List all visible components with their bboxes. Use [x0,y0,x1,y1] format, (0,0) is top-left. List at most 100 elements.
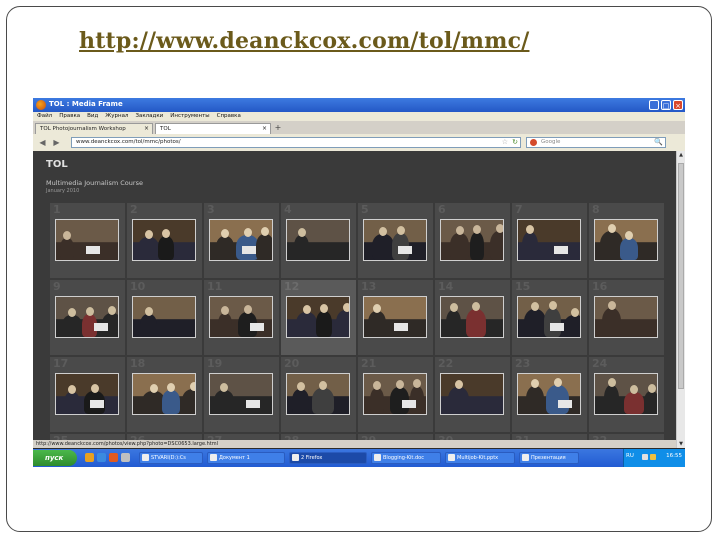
photo-cell[interactable]: 22 [435,357,511,433]
tab-close-icon[interactable]: × [144,124,149,134]
photo-cell[interactable]: 11 [204,280,280,356]
photo-cell[interactable]: 15 [512,280,588,356]
photo-cell[interactable]: 3 [204,203,280,279]
photo-thumbnail[interactable] [209,373,273,415]
menu-help[interactable]: Справка [217,112,241,121]
back-button[interactable]: ◀ [37,137,48,148]
photo-cell[interactable]: 19 [204,357,280,433]
maximize-button[interactable]: □ [661,100,671,110]
vertical-scrollbar[interactable]: ▲ ▼ [676,151,685,448]
photo-thumbnail[interactable] [363,296,427,338]
photo-thumbnail[interactable] [286,219,350,261]
status-bar: http://www.deanckcox.com/photos/view.php… [33,440,676,448]
photo-number: 2 [130,203,138,216]
photo-cell[interactable]: 12 [281,280,357,356]
photo-thumbnail[interactable] [55,219,119,261]
tab-label: TOL [160,126,171,132]
photo-number: 19 [207,357,223,370]
photo-number: 17 [53,357,69,370]
tray-network-icon[interactable] [642,454,648,460]
app-icon [374,454,381,461]
photo-thumbnail[interactable] [132,219,196,261]
taskbar-item[interactable]: Blogging-Kit.doc [371,452,441,464]
photo-cell[interactable]: 14 [435,280,511,356]
quicklaunch-ie-icon[interactable] [97,453,106,462]
taskbar-item-label: STVARI(D:):Cs [151,455,186,461]
start-button[interactable]: пуск [33,450,77,466]
photo-thumbnail[interactable] [363,219,427,261]
photo-thumbnail[interactable] [440,296,504,338]
photo-cell[interactable]: 24 [589,357,665,433]
taskbar-item[interactable]: Презентация [519,452,579,464]
photo-cell[interactable]: 16 [589,280,665,356]
photo-cell[interactable]: 9 [50,280,126,356]
photo-thumbnail[interactable] [209,219,273,261]
photo-thumbnail[interactable] [517,296,581,338]
tab-tol[interactable]: TOL × [155,123,271,134]
taskbar-item[interactable]: Multijob-Kit.pptx [445,452,515,464]
language-indicator[interactable]: RU [626,453,634,459]
photo-thumbnail[interactable] [594,219,658,261]
menu-bookmarks[interactable]: Закладки [135,112,163,121]
quicklaunch-desktop-icon[interactable] [121,453,130,462]
photo-thumbnail[interactable] [55,296,119,338]
photo-cell[interactable]: 1 [50,203,126,279]
photo-cell[interactable]: 5 [358,203,434,279]
menu-file[interactable]: Файл [37,112,52,121]
taskbar-item[interactable]: 2 Firefox [289,452,367,464]
photo-thumbnail[interactable] [440,219,504,261]
photo-cell[interactable]: 13 [358,280,434,356]
scrollbar-thumb[interactable] [678,163,684,389]
photo-cell[interactable]: 4 [281,203,357,279]
scroll-down-icon[interactable]: ▼ [677,440,685,448]
tab-close-icon[interactable]: × [262,124,267,134]
taskbar-item[interactable]: Документ 1 [207,452,285,464]
photo-cell[interactable]: 23 [512,357,588,433]
photo-cell[interactable]: 10 [127,280,203,356]
photo-thumbnail[interactable] [440,373,504,415]
photo-thumbnail[interactable] [517,373,581,415]
photo-cell[interactable]: 17 [50,357,126,433]
tab-workshop[interactable]: TOL Photojournalism Workshop × [35,123,153,134]
photo-thumbnail[interactable] [132,296,196,338]
scroll-up-icon[interactable]: ▲ [677,151,685,159]
slide-url-link[interactable]: http://www.deanckcox.com/tol/mmc/ [79,28,529,54]
clock: 16:55 [666,453,682,459]
quicklaunch-firefox-icon[interactable] [109,453,118,462]
photo-cell[interactable]: 20 [281,357,357,433]
taskbar-item[interactable]: STVARI(D:):Cs [139,452,203,464]
address-bar[interactable]: www.deanckcox.com/tol/mmc/photos/ ☆ ↻ [71,137,521,148]
photo-number: 22 [438,357,454,370]
magnifier-icon[interactable]: 🔍 [654,138,663,147]
photo-cell[interactable]: 6 [435,203,511,279]
forward-button[interactable]: ▶ [51,137,62,148]
photo-thumbnail[interactable] [594,296,658,338]
bookmark-star-icon[interactable]: ☆ [502,138,508,147]
photo-cell[interactable]: 7 [512,203,588,279]
menu-history[interactable]: Журнал [105,112,128,121]
reload-icon[interactable]: ↻ [512,138,518,147]
photo-thumbnail[interactable] [209,296,273,338]
new-tab-button[interactable]: + [273,124,283,133]
menu-view[interactable]: Вид [87,112,98,121]
photo-thumbnail[interactable] [517,219,581,261]
photo-cell[interactable]: 2 [127,203,203,279]
photo-thumbnail[interactable] [286,296,350,338]
photo-thumbnail[interactable] [55,373,119,415]
tray-volume-icon[interactable] [650,454,656,460]
photo-thumbnail[interactable] [286,373,350,415]
photo-number: 10 [130,280,146,293]
photo-cell[interactable]: 8 [589,203,665,279]
photo-thumbnail[interactable] [132,373,196,415]
menu-bar: Файл Правка Вид Журнал Закладки Инструме… [33,112,685,121]
photo-thumbnail[interactable] [363,373,427,415]
menu-edit[interactable]: Правка [59,112,80,121]
search-input[interactable]: Google 🔍 [526,137,666,148]
minimize-button[interactable]: _ [649,100,659,110]
menu-tools[interactable]: Инструменты [170,112,209,121]
quicklaunch-folder-icon[interactable] [85,453,94,462]
photo-thumbnail[interactable] [594,373,658,415]
close-button[interactable]: × [673,100,683,110]
photo-cell[interactable]: 21 [358,357,434,433]
photo-cell[interactable]: 18 [127,357,203,433]
